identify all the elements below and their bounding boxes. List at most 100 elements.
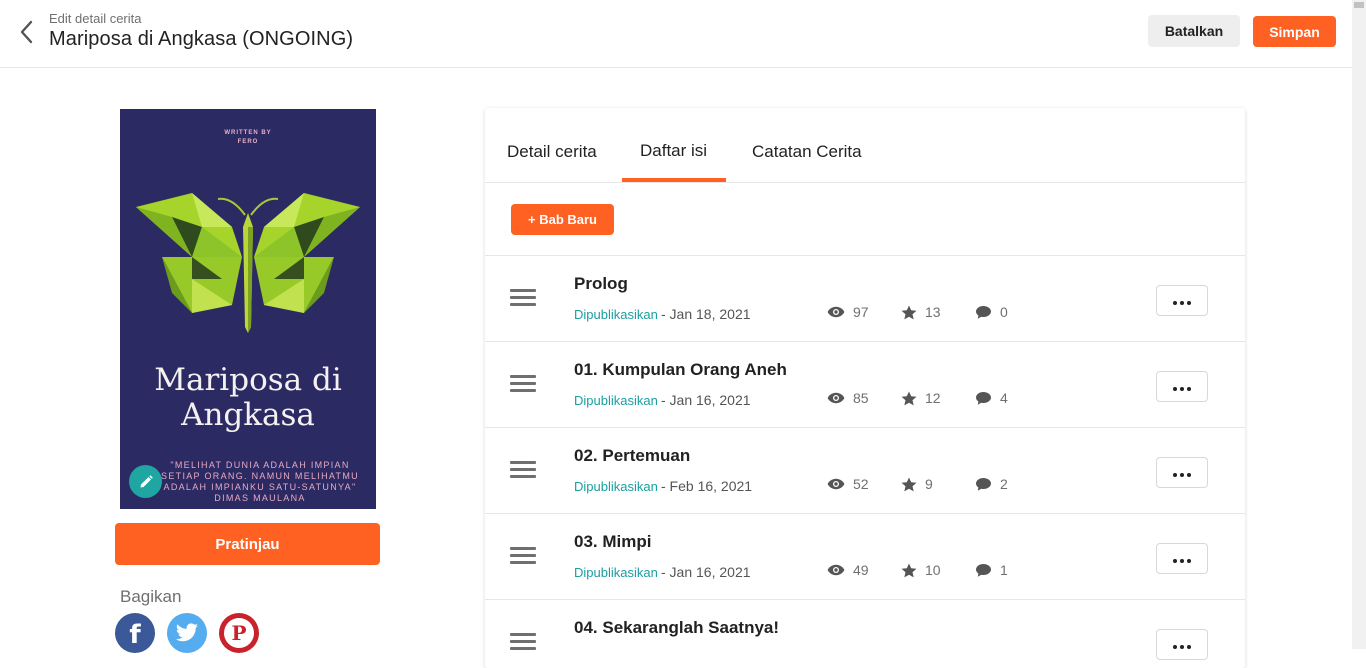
chapter-status: Dipublikasikan [574, 393, 658, 408]
chapter-votes: 13 [901, 304, 941, 320]
comment-icon [976, 563, 991, 577]
comment-icon [976, 477, 991, 491]
page-title: Mariposa di Angkasa (ONGOING) [49, 28, 354, 50]
chapter-votes: 9 [901, 476, 933, 492]
twitter-icon [176, 623, 198, 642]
cover-written-by: WRITTEN BY FERO [120, 129, 376, 147]
chapter-status: Dipublikasikan [574, 307, 658, 322]
cover-title-line-1: Mariposa di [154, 362, 342, 398]
pencil-icon [140, 474, 153, 487]
chapter-date: - Jan 16, 2021 [661, 392, 751, 408]
comments-count: 4 [1000, 390, 1008, 406]
chapter-status: Dipublikasikan [574, 565, 658, 580]
more-options-button[interactable] [1156, 629, 1208, 660]
tab-daftar-isi[interactable]: Daftar isi [640, 141, 707, 161]
chapter-row[interactable]: 03. Mimpi Dipublikasikan - Jan 16, 2021 … [485, 514, 1245, 600]
votes-count: 10 [925, 562, 941, 578]
more-icon [1172, 378, 1193, 396]
views-count: 49 [853, 562, 869, 578]
drag-handle-icon[interactable] [510, 289, 536, 307]
twitter-share-button[interactable] [167, 613, 207, 653]
more-options-button[interactable] [1156, 543, 1208, 574]
chapter-title[interactable]: 02. Pertemuan [574, 446, 690, 466]
chapter-title[interactable]: Prolog [574, 274, 628, 294]
active-tab-indicator [622, 178, 726, 182]
save-button[interactable]: Simpan [1253, 16, 1336, 47]
scrollbar-thumb[interactable] [1354, 2, 1364, 8]
story-editor-card: Detail cerita Daftar isi Catatan Cerita … [485, 108, 1245, 668]
cover-author: FERO [237, 139, 259, 145]
comments-count: 2 [1000, 476, 1008, 492]
views-count: 85 [853, 390, 869, 406]
tab-detail-cerita[interactable]: Detail cerita [507, 142, 597, 162]
facebook-share-button[interactable]: f [115, 613, 155, 653]
star-icon [901, 477, 917, 491]
page-subtitle: Edit detail cerita [49, 11, 142, 26]
chapter-date: - Jan 16, 2021 [661, 564, 751, 580]
tab-catatan-cerita[interactable]: Catatan Cerita [752, 142, 862, 162]
chapter-row[interactable]: Prolog Dipublikasikan - Jan 18, 2021 97 … [485, 256, 1245, 342]
more-options-button[interactable] [1156, 371, 1208, 402]
star-icon [901, 391, 917, 405]
chapter-date: - Feb 16, 2021 [661, 478, 753, 494]
more-icon [1172, 550, 1193, 568]
story-cover: WRITTEN BY FERO Mariposa di Angkasa "MEL… [120, 109, 376, 509]
views-count: 52 [853, 476, 869, 492]
chapter-comments: 4 [975, 390, 1008, 406]
chapter-title[interactable]: 04. Sekaranglah Saatnya! [574, 618, 779, 638]
views-count: 97 [853, 304, 869, 320]
butterfly-illustration [136, 193, 360, 333]
chapter-votes: 12 [901, 390, 941, 406]
eye-icon [827, 564, 845, 576]
chapter-views: 85 [827, 390, 869, 406]
top-bar: Edit detail cerita Mariposa di Angkasa (… [0, 0, 1352, 68]
cover-title: Mariposa di Angkasa [120, 363, 376, 433]
new-chapter-button[interactable]: + Bab Baru [511, 204, 614, 235]
chapter-views: 49 [827, 562, 869, 578]
edit-cover-button[interactable] [129, 465, 162, 498]
eye-icon [827, 478, 845, 490]
tab-bar: Detail cerita Daftar isi Catatan Cerita [485, 108, 1245, 183]
cover-title-line-2: Angkasa [181, 397, 315, 433]
more-icon [1172, 636, 1193, 654]
cancel-button[interactable]: Batalkan [1148, 15, 1240, 47]
chapter-date: - Jan 18, 2021 [661, 306, 751, 322]
eye-icon [827, 392, 845, 404]
pinterest-share-button[interactable]: P [219, 613, 259, 653]
back-button[interactable] [14, 18, 38, 46]
page-scrollbar[interactable] [1352, 0, 1366, 649]
chapter-comments: 0 [975, 304, 1008, 320]
chapter-status: Dipublikasikan [574, 479, 658, 494]
votes-count: 12 [925, 390, 941, 406]
pinterest-glyph: P [231, 621, 247, 645]
chapter-title[interactable]: 03. Mimpi [574, 532, 651, 552]
more-options-button[interactable] [1156, 457, 1208, 488]
votes-count: 13 [925, 304, 941, 320]
comments-count: 1 [1000, 562, 1008, 578]
facebook-icon: f [129, 620, 141, 650]
more-icon [1172, 292, 1193, 310]
drag-handle-icon[interactable] [510, 633, 536, 651]
eye-icon [827, 306, 845, 318]
chevron-left-icon [20, 20, 33, 44]
chapter-comments: 1 [975, 562, 1008, 578]
chapter-votes: 10 [901, 562, 941, 578]
comments-count: 0 [1000, 304, 1008, 320]
drag-handle-icon[interactable] [510, 547, 536, 565]
cover-written-by-label: WRITTEN BY [224, 130, 272, 136]
chapter-comments: 2 [975, 476, 1008, 492]
chapter-row[interactable]: 04. Sekaranglah Saatnya! [485, 600, 1245, 668]
drag-handle-icon[interactable] [510, 375, 536, 393]
chapter-views: 52 [827, 476, 869, 492]
votes-count: 9 [925, 476, 933, 492]
preview-button[interactable]: Pratinjau [115, 523, 380, 565]
star-icon [901, 305, 917, 319]
more-options-button[interactable] [1156, 285, 1208, 316]
cover-quote: "MELIHAT DUNIA ADALAH IMPIAN SETIAP ORAN… [161, 460, 359, 503]
comment-icon [976, 305, 991, 319]
chapter-title[interactable]: 01. Kumpulan Orang Aneh [574, 360, 787, 380]
star-icon [901, 563, 917, 577]
chapter-row[interactable]: 01. Kumpulan Orang Aneh Dipublikasikan -… [485, 342, 1245, 428]
drag-handle-icon[interactable] [510, 461, 536, 479]
chapter-row[interactable]: 02. Pertemuan Dipublikasikan - Feb 16, 2… [485, 428, 1245, 514]
